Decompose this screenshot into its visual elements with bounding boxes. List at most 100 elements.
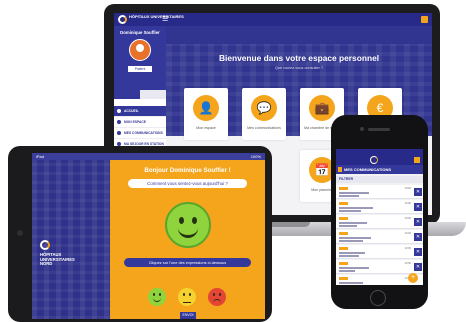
- hospital-logo-icon: [370, 156, 378, 164]
- tablet-side-panel: HÔPITAUX UNIVERSITAIRES NORD: [32, 160, 110, 319]
- happy-face-icon: [165, 202, 211, 248]
- list-item[interactable]: 10:00 ✕: [336, 200, 423, 214]
- message-line: [339, 267, 369, 269]
- close-icon[interactable]: ✕: [414, 263, 422, 271]
- flat-mouth: [183, 299, 191, 303]
- sidebar-item-communications[interactable]: MES COMMUNICATIONS: [114, 128, 166, 139]
- message-tag: [339, 247, 348, 250]
- happy-mood-button[interactable]: [148, 288, 166, 306]
- sidebar-item-label: ACCUEIL: [124, 109, 139, 113]
- sidebar-item-mon-espace[interactable]: MON ESPACE: [114, 117, 166, 128]
- list-item[interactable]: 10:00 ✕: [336, 260, 423, 274]
- sidebar-item-accueil[interactable]: ACCUEIL: [114, 106, 166, 117]
- close-icon[interactable]: ✕: [414, 233, 422, 241]
- message-line: [339, 195, 359, 197]
- message-time: 10:00: [404, 262, 412, 265]
- sad-mood-button[interactable]: [208, 288, 226, 306]
- hospital-logo-icon: [118, 15, 127, 24]
- menu-icon[interactable]: ☰: [162, 16, 168, 23]
- avatar[interactable]: [129, 39, 151, 61]
- tab-menu[interactable]: [114, 90, 140, 99]
- close-icon[interactable]: ✕: [414, 248, 422, 256]
- list-item[interactable]: 10:00 ✕: [336, 230, 423, 244]
- chat-icon: 💬: [251, 95, 277, 121]
- list-item[interactable]: 10:00 ✕: [336, 185, 423, 199]
- instruction-pill: Cliquez sur l'une des expressions ci-des…: [124, 258, 251, 267]
- eye: [189, 293, 191, 296]
- phone-camera: [360, 127, 364, 131]
- sidebar-item-label: MES COMMUNICATIONS: [124, 131, 163, 135]
- message-line: [339, 222, 367, 224]
- suitcase-icon: 💼: [309, 95, 335, 121]
- close-icon[interactable]: ✕: [414, 218, 422, 226]
- tab-home[interactable]: [140, 90, 166, 99]
- sidebar-tabs: [114, 90, 166, 99]
- mood-question: Comment vous sentez-vous aujourd'hui ?: [128, 179, 247, 188]
- card-mon-espace[interactable]: 👤 Mon espace: [184, 88, 228, 140]
- home-button[interactable]: [370, 290, 386, 306]
- profile-panel: Dominique Souffier Patient: [114, 26, 166, 90]
- message-tag: [339, 277, 348, 280]
- user-name: Dominique Souffier: [120, 30, 160, 35]
- battery-status: 100%: [250, 154, 261, 159]
- message-line: [339, 192, 369, 194]
- hospital-logo-icon: [40, 240, 50, 250]
- send-button[interactable]: ENVOI: [180, 312, 196, 319]
- message-tag: [339, 202, 348, 205]
- message-line: [339, 252, 365, 254]
- phone-speaker: [368, 128, 390, 131]
- message-line: [339, 210, 361, 212]
- page-subtitle: Que voulez-vous consulter ?: [274, 66, 324, 70]
- eye: [183, 293, 185, 296]
- section-title: MES COMMUNICATIONS: [336, 165, 423, 174]
- add-button[interactable]: +: [408, 273, 418, 283]
- message-time: 10:00: [404, 247, 412, 250]
- smile: [153, 298, 161, 302]
- user-icon: 👤: [193, 95, 219, 121]
- status-device: iPad: [36, 154, 45, 159]
- eye: [159, 293, 161, 296]
- close-icon[interactable]: ✕: [414, 188, 422, 196]
- message-time: 10:00: [404, 232, 412, 235]
- message-time: 10:00: [404, 202, 412, 205]
- device-mockup-scene: HÔPITAUX UNIVERSITAIRES ☰ Dominique Souf…: [0, 0, 466, 322]
- smile: [178, 226, 198, 238]
- mood-survey-panel: Bonjour Dominique Souffier ! Comment vou…: [110, 160, 265, 319]
- role-badge: Patient: [128, 66, 152, 72]
- page-title: Bienvenue dans votre espace personnel: [218, 53, 380, 63]
- list-item[interactable]: 10:00 ✕: [336, 215, 423, 229]
- message-line: [339, 282, 363, 284]
- card-label: Mon espace: [196, 126, 216, 130]
- home-icon: [117, 109, 121, 113]
- message-tag: [339, 232, 348, 235]
- message-line: [339, 207, 373, 209]
- message-line: [339, 240, 363, 242]
- greeting: Bonjour Dominique Souffier !: [144, 167, 231, 174]
- message-line: [339, 225, 357, 227]
- phone-top-bar: [336, 155, 423, 165]
- sidebar-item-label: MON ESPACE: [124, 120, 146, 124]
- message-tag: [339, 187, 348, 190]
- neutral-mood-button[interactable]: [178, 288, 196, 306]
- eye: [192, 217, 197, 224]
- frown: [213, 299, 221, 303]
- chat-icon: [117, 131, 121, 135]
- status-bar: iPad 100%: [32, 153, 265, 160]
- user-icon: [117, 120, 121, 124]
- top-bar: HÔPITAUX UNIVERSITAIRES ☰: [114, 13, 432, 26]
- tablet-camera: [17, 230, 23, 236]
- eye: [219, 293, 221, 296]
- notification-icon[interactable]: [421, 16, 428, 23]
- message-line: [339, 270, 355, 272]
- close-icon[interactable]: ✕: [414, 203, 422, 211]
- notification-icon[interactable]: [414, 157, 420, 163]
- message-tag: [339, 217, 348, 220]
- card-communications[interactable]: 💬 Mes communications: [242, 88, 286, 140]
- eye: [213, 293, 215, 296]
- filter-button[interactable]: FILTRER: [336, 176, 423, 183]
- message-time: 10:00: [404, 217, 412, 220]
- list-item[interactable]: 10:00 ✕: [336, 245, 423, 259]
- phone-screen: MES COMMUNICATIONS FILTRER 10:00 ✕ 10:00…: [336, 149, 423, 285]
- eye: [153, 293, 155, 296]
- eye: [179, 217, 184, 224]
